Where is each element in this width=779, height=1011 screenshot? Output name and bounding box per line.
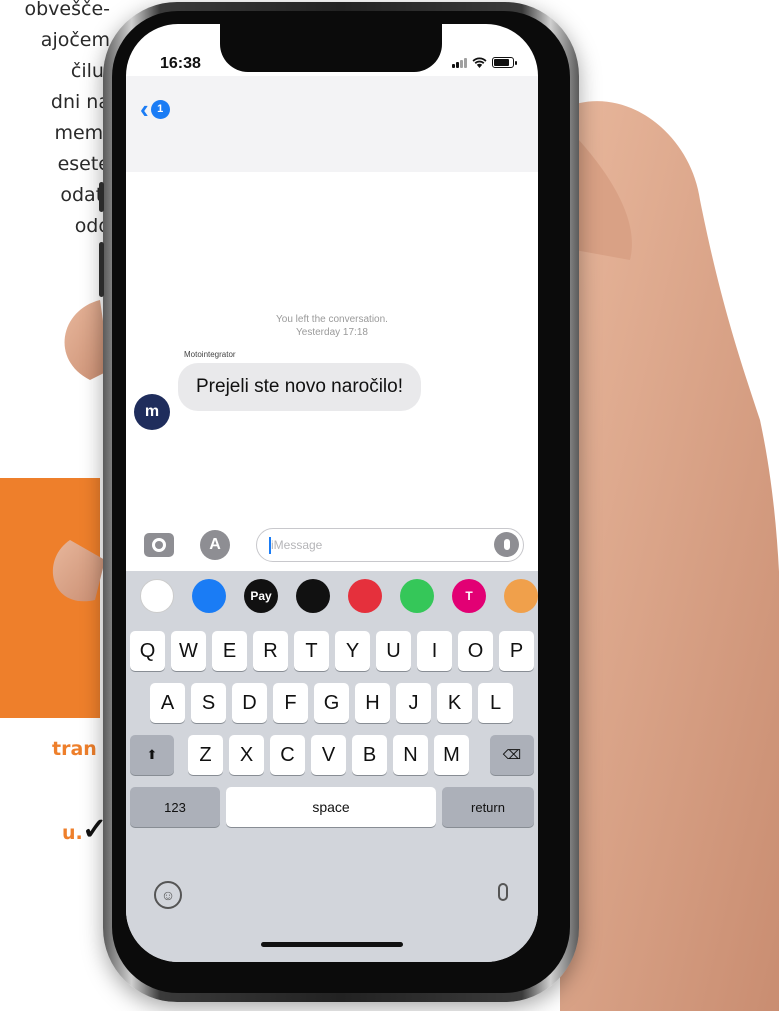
app-icon-label: T: [465, 589, 473, 603]
message-field[interactable]: [256, 528, 524, 562]
key-t[interactable]: T: [294, 631, 329, 671]
key-r[interactable]: R: [253, 631, 288, 671]
key-l[interactable]: L: [478, 683, 513, 723]
key-q[interactable]: Q: [130, 631, 165, 671]
message-input-row: A: [126, 521, 538, 571]
iphone-device: 16:38 ‹ 1 You left the conversation. Yes…: [99, 2, 579, 1002]
sender-name: Motointegrator: [184, 350, 236, 359]
key-i[interactable]: I: [417, 631, 452, 671]
key-k[interactable]: K: [437, 683, 472, 723]
keyboard: Q W E R T Y U I O P A S D F G H J K L ⬆ Z X C V B N M ⌫ 123 space retu…: [126, 621, 538, 962]
key-c[interactable]: C: [270, 735, 305, 775]
phone-screen: 16:38 ‹ 1 You left the conversation. Yes…: [126, 24, 538, 962]
dictation-icon[interactable]: [498, 883, 508, 901]
numbers-key[interactable]: 123: [130, 787, 220, 827]
key-m[interactable]: M: [434, 735, 469, 775]
home-indicator[interactable]: [261, 942, 403, 947]
key-u[interactable]: U: [376, 631, 411, 671]
key-x[interactable]: X: [229, 735, 264, 775]
mute-switch: [99, 182, 104, 212]
conversation-notice: You left the conversation.: [276, 314, 388, 325]
key-w[interactable]: W: [171, 631, 206, 671]
key-z[interactable]: Z: [188, 735, 223, 775]
message-bubble[interactable]: Prejeli ste novo naročilo!: [178, 363, 421, 411]
key-v[interactable]: V: [311, 735, 346, 775]
key-b[interactable]: B: [352, 735, 387, 775]
sender-avatar[interactable]: m: [134, 394, 170, 430]
volume-up-button: [99, 242, 104, 297]
key-h[interactable]: H: [355, 683, 390, 723]
camera-icon[interactable]: [144, 533, 174, 557]
app-drawer: Pay T: [126, 571, 538, 621]
signal-icon: [452, 57, 467, 68]
message-input[interactable]: [271, 535, 471, 555]
t-mobile-icon[interactable]: T: [452, 579, 486, 613]
app-store-icon[interactable]: [192, 579, 226, 613]
key-y[interactable]: Y: [335, 631, 370, 671]
conversation-header: [126, 76, 538, 172]
key-p[interactable]: P: [499, 631, 534, 671]
status-icons: [452, 57, 517, 68]
microphone-icon[interactable]: [494, 532, 519, 557]
emoji-icon[interactable]: ☺: [154, 881, 182, 909]
battery-level: [494, 59, 510, 66]
wifi-icon: [472, 57, 487, 68]
animoji-icon[interactable]: [504, 579, 538, 613]
key-f[interactable]: F: [273, 683, 308, 723]
conversation-timestamp: Yesterday 17:18: [296, 327, 368, 338]
back-button[interactable]: ‹ 1: [140, 96, 170, 122]
app-icon-label: Pay: [250, 589, 272, 603]
battery-icon: [492, 57, 517, 68]
return-key[interactable]: return: [442, 787, 534, 827]
key-d[interactable]: D: [232, 683, 267, 723]
apple-pay-icon[interactable]: Pay: [244, 579, 278, 613]
notch: [220, 24, 442, 72]
shift-icon[interactable]: ⬆: [130, 735, 174, 775]
key-g[interactable]: G: [314, 683, 349, 723]
key-a[interactable]: A: [150, 683, 185, 723]
key-s[interactable]: S: [191, 683, 226, 723]
clock-icon[interactable]: [400, 579, 434, 613]
key-e[interactable]: E: [212, 631, 247, 671]
backspace-icon[interactable]: ⌫: [490, 735, 534, 775]
key-j[interactable]: J: [396, 683, 431, 723]
photos-icon[interactable]: [140, 579, 174, 613]
key-o[interactable]: O: [458, 631, 493, 671]
music-icon[interactable]: [348, 579, 382, 613]
key-n[interactable]: N: [393, 735, 428, 775]
status-time: 16:38: [160, 55, 201, 72]
unread-badge: 1: [150, 99, 170, 119]
app-store-icon[interactable]: A: [200, 530, 230, 560]
activity-icon[interactable]: [296, 579, 330, 613]
chevron-left-icon: ‹: [140, 94, 149, 124]
space-key[interactable]: space: [226, 787, 436, 827]
